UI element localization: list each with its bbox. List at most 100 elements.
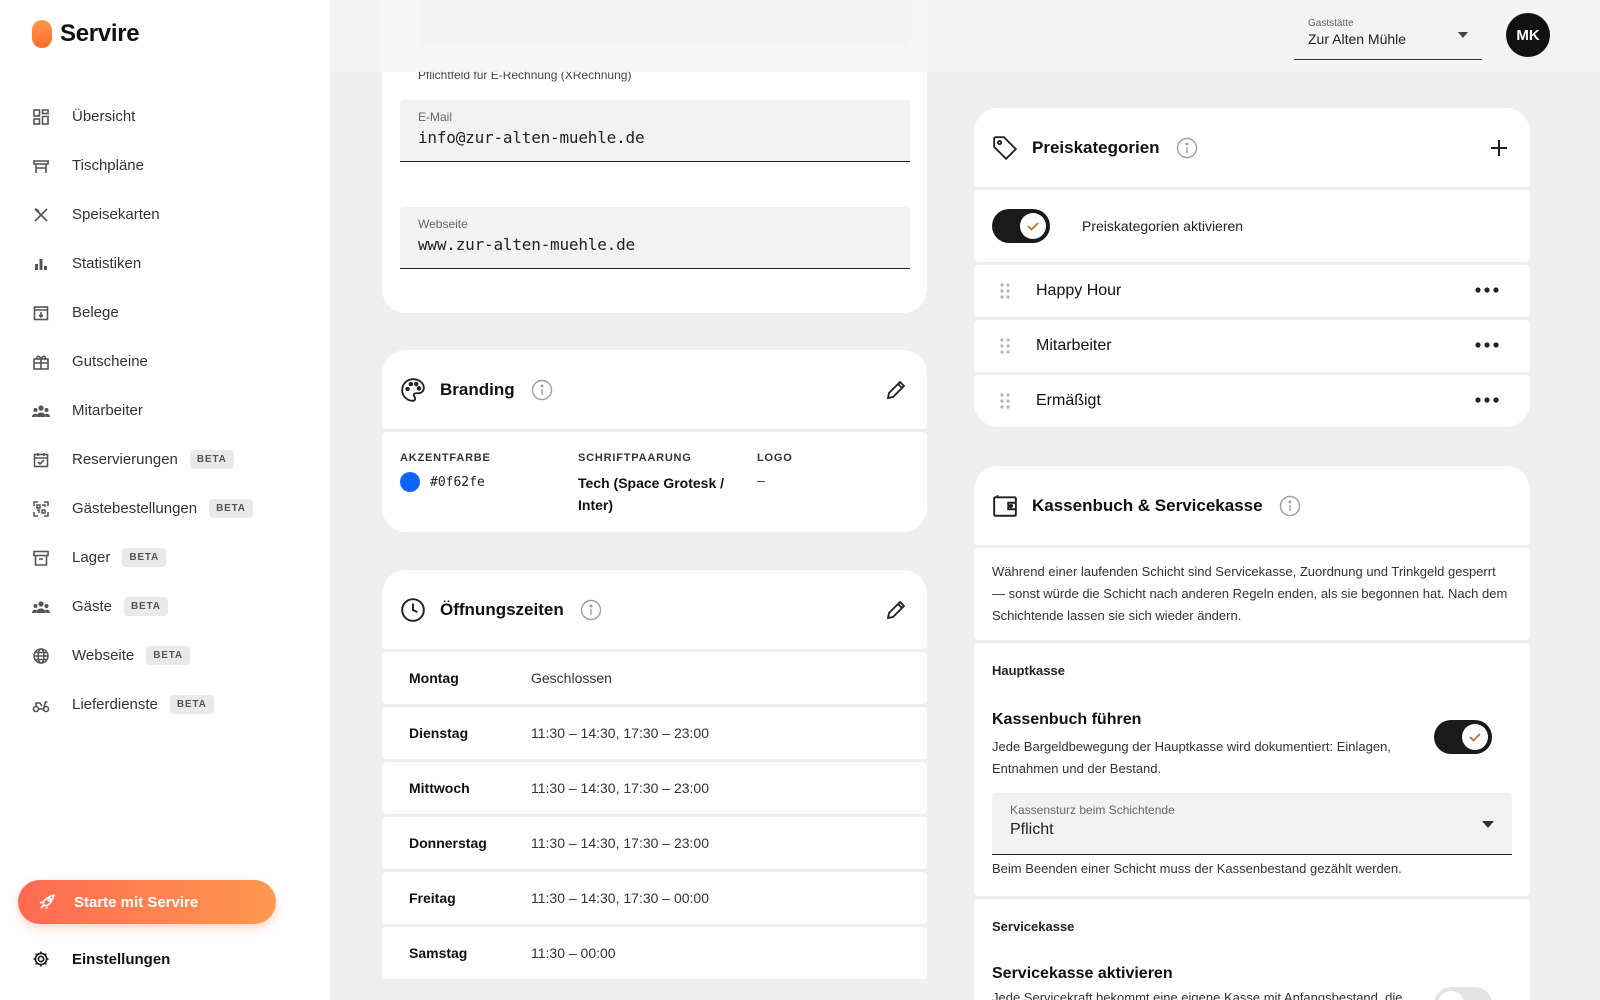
- email-field[interactable]: E-Mail info@zur-alten-muehle.de: [400, 100, 910, 162]
- accent-label: AKZENTFARBE: [400, 452, 491, 464]
- branding-header: Branding: [382, 350, 927, 429]
- sidebar-item-einstellungen[interactable]: Einstellungen: [32, 950, 170, 968]
- sidebar-item-label: Webseite: [72, 647, 135, 664]
- website-field[interactable]: Webseite www.zur-alten-muehle.de: [400, 207, 910, 269]
- hours-value: 11:30 – 14:30, 17:30 – 00:00: [531, 890, 710, 906]
- hours-value: Geschlossen: [531, 670, 612, 686]
- beta-badge: BETA: [169, 695, 214, 714]
- price-category-name: Ermäßigt: [1036, 392, 1101, 409]
- palette-icon: [400, 377, 426, 403]
- hours-row: Montag Geschlossen: [382, 652, 927, 704]
- branding-body: AKZENTFARBE #0f62fe SCHRIFTPAARUNG Tech …: [382, 432, 927, 532]
- sidebar-item-tischplaene[interactable]: Tischpläne: [0, 141, 330, 190]
- toggle-knob: [1438, 991, 1464, 1000]
- weekday-label: Samstag: [409, 945, 468, 961]
- venue-value: Zur Alten Mühle: [1308, 31, 1407, 47]
- info-icon[interactable]: [580, 599, 602, 621]
- beta-badge: BETA: [209, 499, 253, 518]
- drag-handle-icon[interactable]: [998, 336, 1012, 356]
- weekday-label: Mittwoch: [409, 780, 470, 796]
- info-icon[interactable]: [1279, 495, 1301, 517]
- sidebar-item-lager[interactable]: Lager BETA: [0, 533, 330, 582]
- service-register-toggle[interactable]: [1434, 987, 1492, 1000]
- price-category-row[interactable]: Happy Hour: [974, 265, 1530, 317]
- prices-title: Preiskategorien: [1032, 137, 1160, 157]
- logo-value: –: [757, 472, 765, 488]
- team-icon: [32, 402, 50, 420]
- accent-color-block: AKZENTFARBE #0f62fe: [400, 452, 491, 492]
- price-category-row[interactable]: Ermäßigt: [974, 375, 1530, 427]
- receipt-icon: [32, 304, 50, 322]
- sidebar-item-belege[interactable]: Belege: [0, 288, 330, 337]
- dashboard-icon: [32, 108, 50, 126]
- cash-count-select[interactable]: Kassensturz beim Schichtende Pflicht: [992, 793, 1512, 855]
- beta-badge: BETA: [146, 646, 190, 665]
- hours-title: Öffnungszeiten: [440, 599, 564, 619]
- sidebar-item-reservierungen[interactable]: Reservierungen BETA: [0, 435, 330, 484]
- weekday-label: Donnerstag: [409, 835, 487, 851]
- sidebar-item-gaeste[interactable]: Gäste BETA: [0, 582, 330, 631]
- prices-toggle[interactable]: [992, 209, 1050, 243]
- cashbook-notice: Während einer laufenden Schicht sind Ser…: [974, 548, 1530, 640]
- scooter-icon: [32, 696, 50, 714]
- globe-icon: [32, 647, 50, 665]
- calendar-icon: [32, 451, 50, 469]
- table-icon: [32, 157, 50, 175]
- logo-label: LOGO: [757, 452, 793, 464]
- brand-logo-icon: [32, 20, 52, 48]
- keep-cashbook-toggle[interactable]: [1434, 720, 1492, 754]
- drag-handle-icon[interactable]: [998, 281, 1012, 301]
- sidebar-item-speisekarten[interactable]: Speisekarten: [0, 190, 330, 239]
- sidebar-item-webseite[interactable]: Webseite BETA: [0, 631, 330, 680]
- venue-select[interactable]: Gaststätte Zur Alten Mühle: [1294, 10, 1482, 60]
- website-label: Webseite: [418, 217, 468, 231]
- more-options-icon[interactable]: [1474, 341, 1500, 351]
- sidebar-item-label: Statistiken: [72, 255, 142, 272]
- sidebar-item-label: Reservierungen: [72, 451, 178, 468]
- toggle-knob: [1462, 724, 1488, 750]
- cashbook-header: Kassenbuch & Servicekasse: [974, 466, 1530, 545]
- sidebar-item-label: Lieferdienste: [72, 696, 158, 713]
- weekday-label: Freitag: [409, 890, 456, 906]
- prices-toggle-label: Preiskategorien aktivieren: [1082, 218, 1244, 234]
- sidebar-item-statistiken[interactable]: Statistiken: [0, 239, 330, 288]
- font-pairing-block: SCHRIFTPAARUNG Tech (Space Grotesk / Int…: [578, 452, 738, 516]
- hours-row: Dienstag 11:30 – 14:30, 17:30 – 23:00: [382, 707, 927, 759]
- avatar[interactable]: MK: [1506, 13, 1550, 57]
- info-icon[interactable]: [531, 379, 553, 401]
- sidebar-item-uebersicht[interactable]: Übersicht: [0, 92, 330, 141]
- start-servire-button[interactable]: Starte mit Servire: [18, 880, 276, 924]
- email-value: info@zur-alten-muehle.de: [418, 128, 645, 147]
- service-register-section: Servicekasse Servicekasse aktivieren Jed…: [974, 899, 1530, 1000]
- sidebar-item-mitarbeiter[interactable]: Mitarbeiter: [0, 386, 330, 435]
- beta-badge: BETA: [122, 548, 167, 567]
- more-options-icon[interactable]: [1474, 286, 1500, 296]
- edit-branding-button[interactable]: [883, 377, 909, 403]
- sidebar-item-gutscheine[interactable]: Gutscheine: [0, 337, 330, 386]
- info-icon[interactable]: [1176, 137, 1198, 159]
- sidebar-item-label: Übersicht: [72, 108, 136, 125]
- hours-value: 11:30 – 00:00: [531, 945, 616, 961]
- brand[interactable]: Servire: [32, 20, 140, 48]
- drag-handle-icon[interactable]: [998, 391, 1012, 411]
- hours-value: 11:30 – 14:30, 17:30 – 23:00: [531, 725, 710, 741]
- archive-icon: [32, 549, 50, 567]
- venue-label: Gaststätte: [1308, 18, 1354, 29]
- email-label: E-Mail: [418, 110, 453, 124]
- keep-cashbook-desc: Jede Bargeldbewegung der Hauptkasse wird…: [992, 739, 1391, 776]
- price-category-row[interactable]: Mitarbeiter: [974, 320, 1530, 372]
- gift-icon: [32, 353, 50, 371]
- main-register-title: Hauptkasse: [992, 663, 1065, 678]
- more-options-icon[interactable]: [1474, 396, 1500, 406]
- main-register-section: Hauptkasse Kassenbuch führen Jede Bargel…: [974, 643, 1530, 896]
- hours-row: Mittwoch 11:30 – 14:30, 17:30 – 23:00: [382, 762, 927, 814]
- cashbook-notice-text: Während einer laufenden Schicht sind Ser…: [992, 564, 1508, 623]
- keep-cashbook-title: Kassenbuch führen: [992, 711, 1142, 728]
- sidebar-item-lieferdienste[interactable]: Lieferdienste BETA: [0, 680, 330, 729]
- add-price-category-button[interactable]: [1486, 135, 1512, 161]
- sidebar-item-label: Gästebestellungen: [72, 500, 198, 517]
- guests-icon: [32, 598, 50, 616]
- sidebar-item-gaestebestellungen[interactable]: Gästebestellungen BETA: [0, 484, 330, 533]
- accent-color-swatch: [400, 472, 420, 492]
- edit-hours-button[interactable]: [883, 597, 909, 623]
